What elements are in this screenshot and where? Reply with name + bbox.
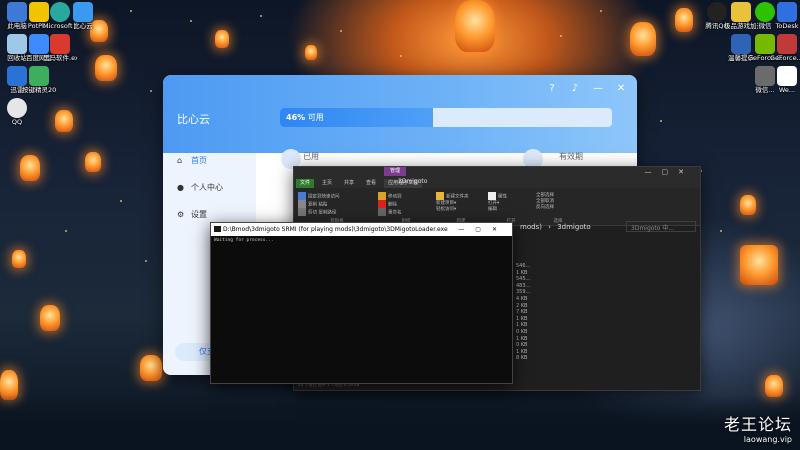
watermark: 老王论坛 laowang.vip [723,415,792,444]
cloud-icon [73,2,93,22]
properties-icon [488,192,496,200]
sidebar-item-profile[interactable]: ● 个人中心 [177,182,223,193]
file-size-cell: 1 KB [516,322,528,329]
address-bar[interactable]: mods) › 3dmigoto 3Dmigoto 中... [512,221,700,232]
tab-home[interactable]: 主页 [318,179,336,188]
lantern [40,305,60,331]
lantern [20,155,40,181]
tab-view[interactable]: 查看 [362,179,380,188]
desktop-icon-app[interactable]: 黑马软件.ex... [43,34,77,62]
capacity-progress-label: 46% 可用 [286,113,324,122]
lantern [740,245,778,285]
ribbon-tabs: 文件 主页 共享 查看 应用程序工具 [294,179,700,188]
stat-expiry: 有效期 [523,149,583,169]
close-icon[interactable]: ✕ [615,83,627,95]
desktop-icon-keysprite[interactable]: 按键精灵2014 [22,66,56,94]
file-size-cell: 8 KB [516,355,528,362]
file-size-cell: 359... [516,289,531,296]
keysprite-icon [29,66,49,86]
help-icon[interactable]: ? [546,83,558,95]
window-controls[interactable]: —▢✕ [645,168,694,176]
rename-icon [378,208,386,216]
lantern [675,8,693,32]
context-tab-manage[interactable]: 管理 [384,167,407,176]
gear-icon: ⚙ [177,209,185,219]
lantern [455,0,495,52]
file-size-cell: 2 KB [516,302,528,309]
lantern [630,22,656,56]
console-window: D:\Bmod\3dmigoto SRMI (for playing mods)… [210,222,513,384]
desktop-icon-todesk[interactable]: ToDesk [770,2,800,30]
todesk-icon [777,2,797,22]
qq-icon [7,98,27,118]
file-size-cell: 4 KB [516,295,528,302]
lantern [765,375,783,397]
lantern [55,110,73,132]
ribbon-group-organize: 移动到 删除 重命名 组织 [378,192,434,224]
lantern [140,355,162,381]
minimize-icon[interactable]: — [592,83,604,95]
explorer-titlebar: 管理 3Dmigoto —▢✕ [294,167,700,185]
file-size-cell: 1 KB [516,315,528,322]
search-input[interactable]: 3Dmigoto 中... [626,221,696,232]
sidebar-item-home[interactable]: ⌂ 首页 [177,155,207,166]
copy-icon [298,200,306,208]
desktop-icon-cloud[interactable]: 比心云 [66,2,100,30]
window-controls[interactable]: —▢✕ [454,223,508,236]
stat-used: 已用 [281,149,319,169]
cloud-brand: 比心云 [177,113,210,126]
ribbon-group-clipboard: 固定到快速访问 复制 粘贴 剪切 复制路径 剪贴板 [298,192,376,224]
capacity-progress: 46% 可用 [280,108,612,127]
file-size-cell: 7 KB [516,309,528,316]
lantern [215,30,229,48]
file-size-cell: 1 KB [516,335,528,342]
move-icon [378,192,386,200]
grass [0,395,800,450]
app-icon [50,34,70,54]
console-title: D:\Bmod\3dmigoto SRMI (for playing mods)… [223,226,448,233]
delete-icon [378,200,386,208]
ribbon-group-select: 全部选择 全部取消 反向选择 选择 [536,193,563,224]
sidebar-item-settings[interactable]: ⚙ 设置 [177,209,207,220]
cut-icon [298,208,306,216]
user-icon: ● [177,182,184,192]
console-titlebar: D:\Bmod\3dmigoto SRMI (for playing mods)… [211,223,512,236]
size-column: 546... 1 KB 545... 483... 359... 4 KB 2 KB 7 KB… [516,263,530,362]
file-size-cell: 545... [516,276,531,283]
file-size-cell: 0 KB [516,328,528,335]
lantern [85,152,101,172]
bell-icon[interactable]: ♪ [569,83,581,95]
pin-icon [298,192,306,200]
app-icon [777,66,797,86]
ribbon-group-new: 新建文件夹 新建项目▾ 轻松访问▾ 新建 [436,192,486,224]
tab-share[interactable]: 共享 [340,179,358,188]
home-icon: ⌂ [177,155,183,165]
app-icon [777,34,797,54]
explorer-title: 3Dmigoto [398,178,428,185]
file-size-cell: 483... [516,282,531,289]
desktop-icon-app-4k[interactable]: GeForce... 4K [770,34,800,62]
new-folder-icon [436,192,444,200]
ribbon-group-open: 属性 打开▾ 编辑 打开 [488,192,534,224]
file-size-cell: 1 KB [516,269,528,276]
lantern [740,195,756,215]
file-size-cell: 546... [516,263,531,269]
file-size-cell: 0 KB [516,342,528,349]
console-output: Waiting for process... [214,238,274,243]
file-size-cell: 1 KB [516,348,528,355]
desktop-icon-app-we[interactable]: We... [770,66,800,94]
breadcrumb: mods) › 3dmigoto [520,223,591,231]
console-icon [214,226,221,232]
lantern [12,250,26,268]
desktop-icon-qq[interactable]: QQ [0,98,34,126]
lantern [305,45,317,60]
lantern [95,55,117,81]
tab-file[interactable]: 文件 [296,179,315,188]
